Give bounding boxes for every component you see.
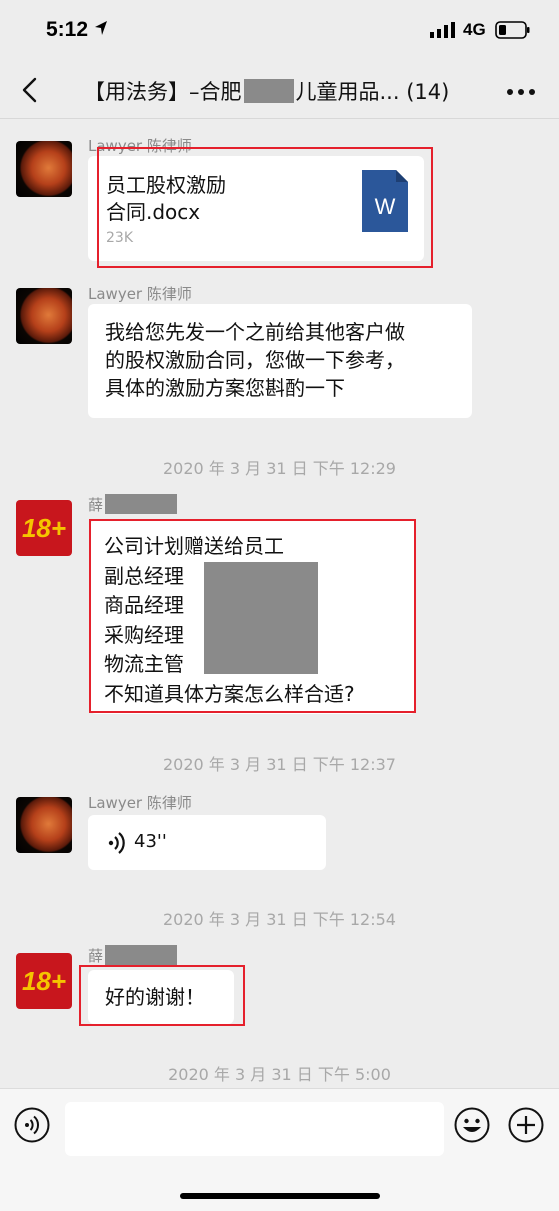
sender-name: Lawyer 陈律师: [88, 285, 192, 303]
location-arrow-icon: [95, 21, 107, 35]
status-time: 5:12: [46, 18, 89, 41]
highlight-box: [97, 147, 433, 268]
timestamp: 2020 年 3 月 31 日 下午 12:29: [163, 459, 396, 478]
sender-name: 薛: [88, 494, 178, 515]
sender-name: 薛: [88, 945, 178, 966]
sender-redaction: [105, 494, 178, 514]
highlight-box: [89, 519, 416, 713]
network-label: 4G: [463, 20, 486, 39]
chat-title-prefix: 【用法务】–合肥: [84, 80, 242, 104]
highlight-box: [79, 965, 245, 1026]
voice-input-icon[interactable]: [14, 1107, 50, 1143]
voice-duration: 43'': [134, 831, 167, 852]
user-avatar[interactable]: 18+: [16, 953, 72, 1009]
signal-icon: [430, 22, 455, 38]
chat-title-suffix: 儿童用品...: [295, 80, 400, 104]
sender-redaction: [105, 945, 178, 965]
title-redaction: [243, 79, 294, 103]
battery-icon: [495, 21, 530, 39]
more-options-icon[interactable]: [506, 88, 536, 96]
input-bar: [0, 1088, 559, 1211]
voice-wave-icon: [108, 832, 125, 854]
message-input[interactable]: [65, 1102, 444, 1156]
lawyer-avatar[interactable]: [16, 141, 72, 197]
timestamp: 2020 年 3 月 31 日 下午 5:00: [168, 1065, 391, 1084]
chat-header: 【用法务】–合肥 儿童用品... (14): [0, 60, 559, 120]
sender-name: Lawyer 陈律师: [88, 794, 192, 812]
lawyer-avatar[interactable]: [16, 288, 72, 344]
header-divider: [0, 118, 559, 119]
lawyer-avatar[interactable]: [16, 797, 72, 853]
voice-message-bubble[interactable]: 43'': [88, 815, 326, 870]
chat-title[interactable]: 【用法务】–合肥 儿童用品... (14): [84, 76, 479, 106]
timestamp: 2020 年 3 月 31 日 下午 12:54: [163, 910, 396, 929]
timestamp: 2020 年 3 月 31 日 下午 12:37: [163, 755, 396, 774]
text-message-bubble[interactable]: 我给您先发一个之前给其他客户做 的股权激励合同，您做一下参考， 具体的激励方案您…: [88, 304, 472, 418]
emoji-icon[interactable]: [454, 1107, 490, 1143]
message-text: 我给您先发一个之前给其他客户做 的股权激励合同，您做一下参考， 具体的激励方案您…: [105, 320, 405, 400]
user-avatar[interactable]: 18+: [16, 500, 72, 556]
status-bar: 5:12 4G: [0, 0, 559, 60]
home-indicator: [180, 1193, 380, 1199]
member-count: (14): [406, 80, 450, 104]
plus-icon[interactable]: [508, 1107, 544, 1143]
back-arrow-icon[interactable]: [18, 76, 42, 104]
